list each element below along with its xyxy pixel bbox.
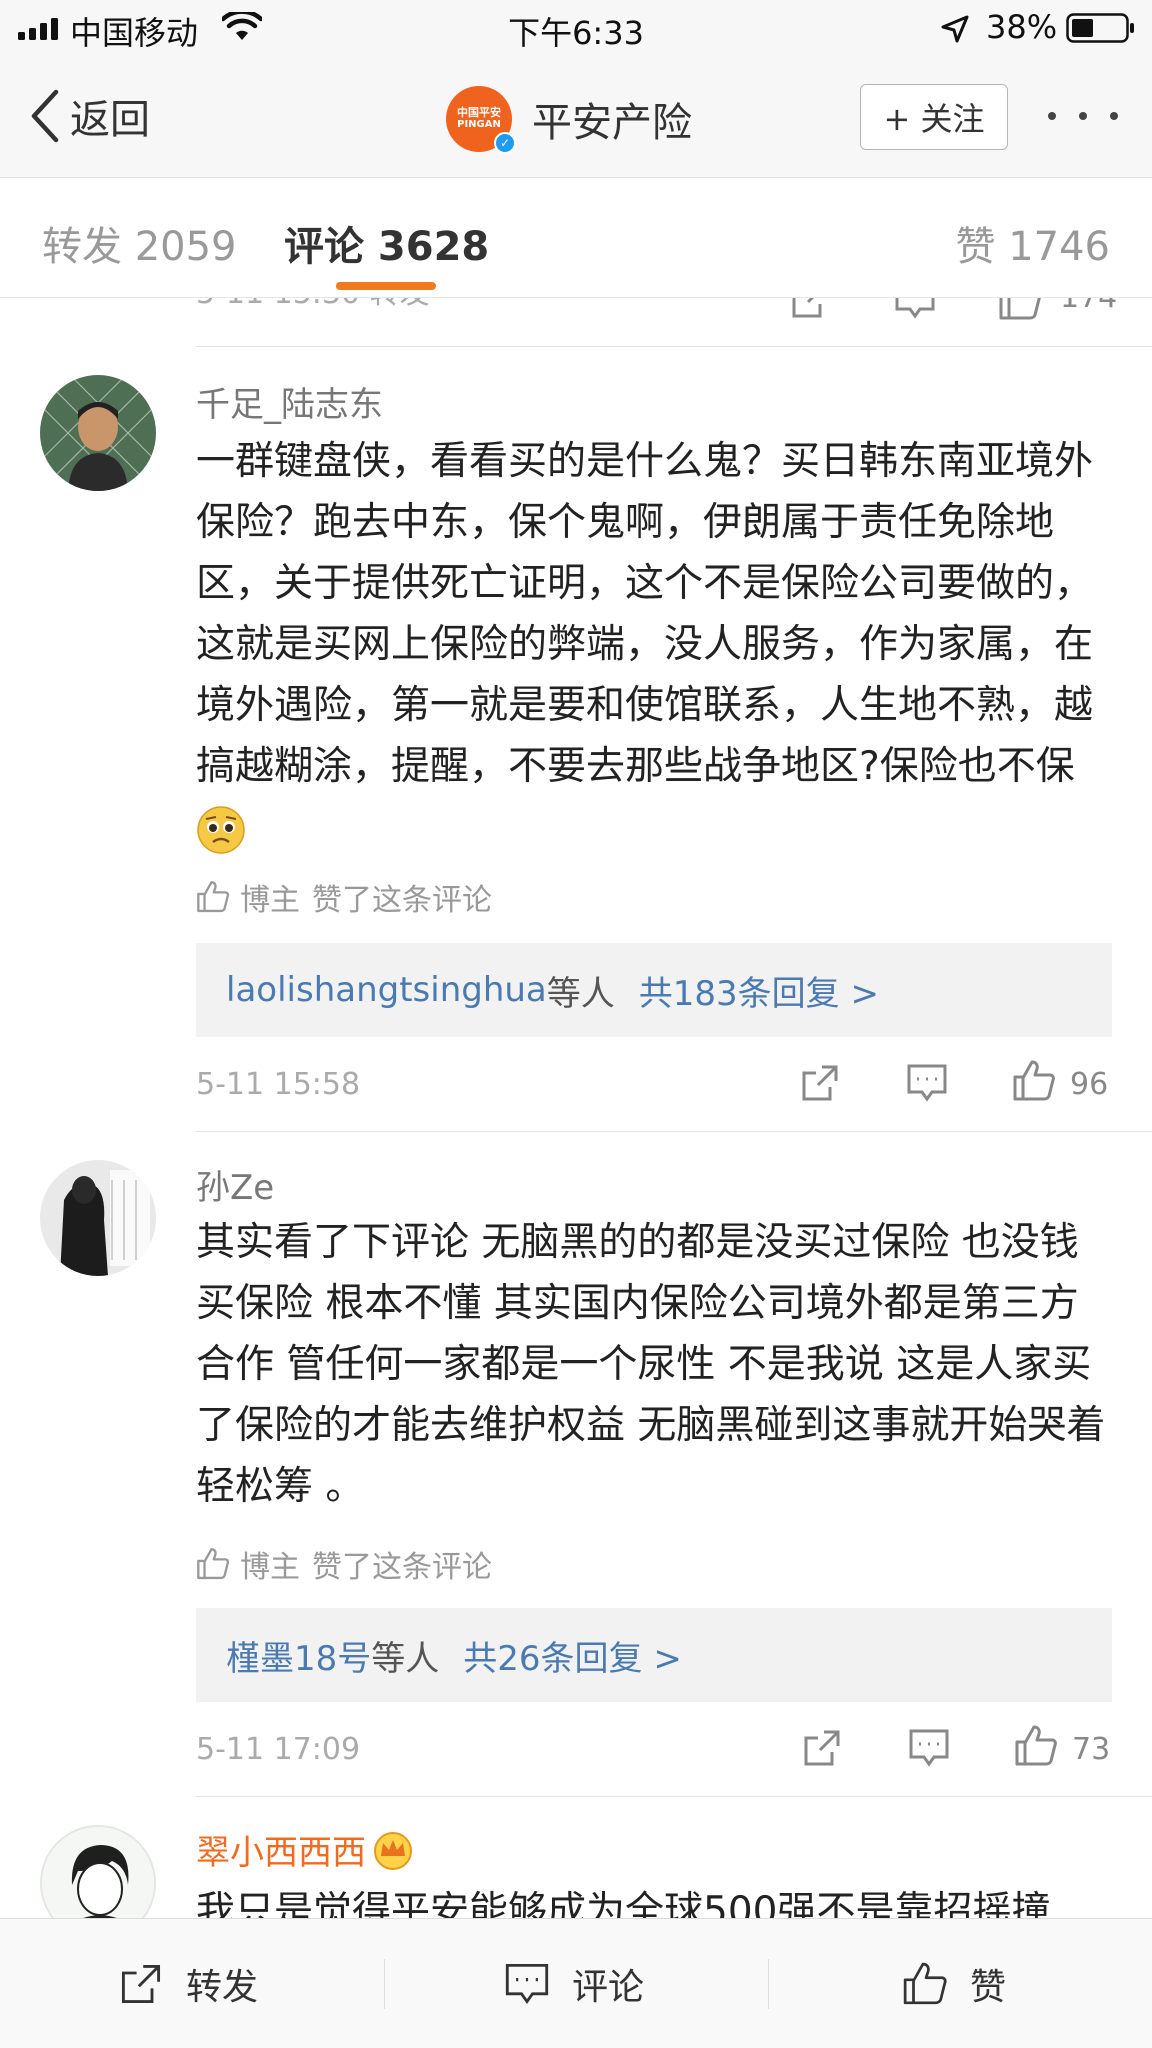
tabs-bar: 转发 2059 评论 3628 赞 1746 [0,178,1152,298]
author-liked-note: 博主 赞了这条评论 [196,1542,492,1586]
comment-author[interactable]: 孙Ze [196,1160,274,1209]
reply-count-link[interactable]: 共183条回复 > [639,966,879,1015]
divider [768,1959,769,2009]
reply-user-names[interactable]: 槿墨18号 [226,1631,371,1680]
back-button[interactable]: 返回 [30,86,150,146]
liked-text: 赞了这条评论 [312,883,492,918]
like-count: 73 [1072,1732,1111,1767]
reply-etc: 等人 [371,1638,440,1679]
active-tab-indicator [336,282,436,290]
like-label: 赞 [970,1967,1007,2008]
comment-author[interactable]: 翠小西西西 [196,1825,414,1874]
comment-item: 千足_陆志东 一群键盘侠，看看买的是什么鬼？买日韩东南亚境外保险？跑去中东，保个… [0,347,1152,1132]
vip-crown-icon [374,1831,412,1870]
share-icon[interactable] [800,1063,840,1103]
comment-time: 5-11 15:58 [196,1067,361,1102]
logo-text-top: 中国平安 [457,106,501,119]
like-count: 96 [1070,1067,1109,1102]
bottom-toolbar: 转发 评论 赞 [0,1918,1152,2048]
verified-badge-icon: ✓ [494,132,516,154]
comment-item: 孙Ze 其实看了下评论 无脑黑的的都是没买过保险 也没钱买保险 根本不懂 其实国… [0,1132,1152,1797]
logo-text-bottom: PINGAN [457,119,501,130]
liked-by-label: 博主 [240,883,300,918]
comment-icon[interactable] [906,1063,948,1103]
like-button[interactable]: 赞 [902,1919,1006,2048]
comment-label: 评论 [572,1967,645,2008]
location-arrow-icon [941,15,969,43]
navigation-bar: 返回 中国平安 PINGAN ✓ 平安产险 + 关注 [0,56,1152,178]
reply-etc: 等人 [546,973,615,1014]
more-dot-icon [1079,112,1087,120]
account-name: 平安产险 [532,100,692,146]
repost-button[interactable]: 转发 [118,1919,258,2048]
clock: 下午6:33 [508,14,644,52]
comment-icon[interactable] [908,1728,950,1768]
avatar[interactable] [40,1825,156,1918]
comment-item: 翠小西西西 我只是觉得平安能够成为全球500强不是靠招摇撞 [0,1797,1152,1918]
replies-preview[interactable]: 槿墨18号 等人 共26条回复 > [196,1608,1112,1702]
thumbs-up-icon [197,1548,230,1580]
chevron-left-icon [31,89,59,143]
replies-preview[interactable]: laolishangtsinghua 等人 共183条回复 > [196,943,1112,1037]
comment-time: 5-11 17:09 [196,1732,361,1767]
author-liked-note: 博主 赞了这条评论 [196,875,492,919]
comment-icon [505,1963,549,2004]
tab-reposts[interactable]: 转发 2059 [42,214,237,272]
tab-comments[interactable]: 评论 3628 [284,214,489,272]
previous-comment-footer: 5-11 15:30 转发 174 [0,298,1152,346]
comment-icon[interactable] [894,298,936,320]
status-bar: 中国移动 下午6:33 38% [0,0,1152,56]
share-icon[interactable] [790,298,830,320]
more-dot-icon [1048,112,1056,120]
more-dot-icon [1110,112,1118,120]
comment-time: 5-11 15:30 转发 [196,298,430,312]
reply-count-link[interactable]: 共26条回复 > [463,1631,682,1680]
comment-author[interactable]: 千足_陆志东 [196,377,383,426]
reply-user-names[interactable]: laolishangtsinghua [226,970,547,1010]
thumbs-up-icon[interactable] [1014,1724,1058,1768]
share-icon[interactable] [802,1728,842,1768]
liked-by-label: 博主 [240,1550,300,1585]
thumbs-up-icon[interactable] [1012,1059,1056,1103]
share-icon [121,1964,161,2004]
pleading-face-emoji-icon [197,805,245,854]
follow-button[interactable]: + 关注 [860,84,1008,150]
account-avatar[interactable]: 中国平安 PINGAN ✓ [446,86,516,154]
divider [384,1959,385,2009]
liked-text: 赞了这条评论 [312,1550,492,1585]
repost-label: 转发 [186,1967,259,2008]
tab-likes[interactable]: 赞 1746 [955,214,1110,272]
comment-text: 我只是觉得平安能够成为全球500强不是靠招摇撞 [196,1889,1051,1918]
comment-text: 一群键盘侠，看看买的是什么鬼？买日韩东南亚境外保险？跑去中东，保个鬼啊，伊朗属于… [196,431,1116,858]
battery-icon [1066,13,1134,43]
more-options-button[interactable] [1048,106,1118,126]
comment-text: 其实看了下评论 无脑黑的的都是没买过保险 也没钱买保险 根本不懂 其实国内保险公… [196,1220,1106,1509]
comment-button[interactable]: 评论 [504,1919,644,2048]
battery-percentage: 38% [986,8,1058,46]
thumbs-up-icon [197,881,230,913]
back-label: 返回 [70,97,150,143]
like-count: 174 [1060,298,1117,315]
avatar[interactable] [40,375,156,491]
thumbs-up-icon [903,1962,947,2005]
account-header[interactable]: 中国平安 PINGAN ✓ 平安产险 [446,84,692,154]
author-name: 翠小西西西 [196,1833,366,1873]
thumbs-up-icon[interactable] [998,298,1042,322]
avatar[interactable] [40,1160,156,1276]
